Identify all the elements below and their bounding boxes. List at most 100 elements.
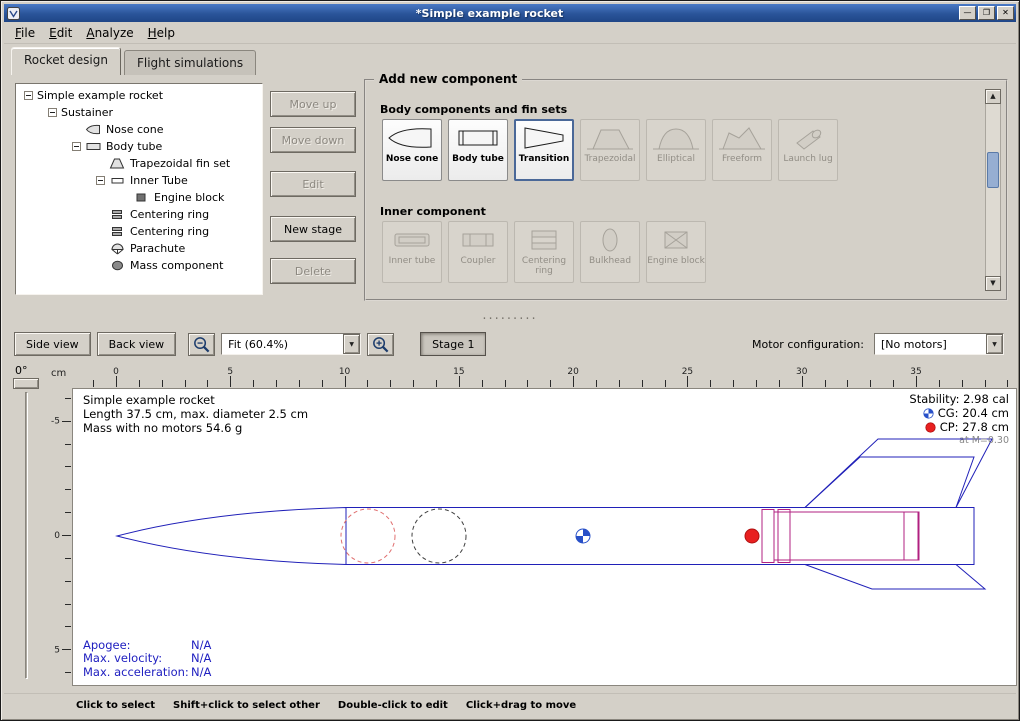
flight-data-row: Apogee:N/A [83,639,211,653]
chevron-down-icon[interactable]: ▼ [986,334,1003,354]
component-button-label: Trapezoidal [584,154,635,164]
tree-item-mass-component[interactable]: Mass component [16,257,262,274]
zoom-select[interactable]: Fit (60.4%) ▼ [221,333,361,355]
flight-data-value: N/A [191,639,211,653]
component-button-nose-cone[interactable]: Nose cone [382,119,442,181]
tree-expander-icon[interactable] [72,142,81,151]
tree-item-centering-ring[interactable]: Centering ring [16,206,262,223]
tree-item-nose-cone[interactable]: Nose cone [16,121,262,138]
menu-edit[interactable]: Edit [42,23,79,43]
component-button-launch-lug[interactable]: Launch lug [778,119,838,181]
tree-item-inner-tube[interactable]: Inner Tube [16,172,262,189]
menu-bar: FileEditAnalyzeHelp [4,22,1016,44]
tree-item-label: Parachute [130,242,185,255]
tree-item-label: Engine block [154,191,224,204]
tab-rocket-design[interactable]: Rocket design [11,47,121,75]
component-button-elliptical[interactable]: Elliptical [646,119,706,181]
cp-marker[interactable] [745,529,759,543]
ruler-unit-label: cm [51,368,66,379]
centering-ring-icon [109,225,126,238]
centering-ring-icon [518,225,570,255]
status-hint: Shift+click to select other [173,700,320,711]
component-button-trapezoidal[interactable]: Trapezoidal [580,119,640,181]
tree-item-body-tube[interactable]: Body tube [16,138,262,155]
rotation-slider-track[interactable] [25,392,28,679]
tree-expander-icon[interactable] [96,176,105,185]
tree-item-label: Sustainer [61,106,113,119]
component-button-bulkhead[interactable]: Bulkhead [580,221,640,283]
body-tube-shape[interactable] [346,508,974,565]
motor-configuration-select[interactable]: [No motors] ▼ [874,333,1004,355]
inner-tube-outline[interactable] [774,512,919,560]
tree-expander-icon[interactable] [48,108,57,117]
tree-item-trapezoidal-fin-set[interactable]: Trapezoidal fin set [16,155,262,172]
fin-icon [109,157,126,170]
tree-item-centering-ring[interactable]: Centering ring [16,223,262,240]
component-button-transition[interactable]: Transition [514,119,574,181]
rocket-design-panel: Simple example rocketSustainerNose coneB… [4,75,1016,315]
nose-cone-shape[interactable] [117,508,346,565]
parachute-outline[interactable] [341,509,395,563]
maximize-button[interactable]: ❐ [978,6,995,20]
mass-component-outline[interactable] [412,509,466,563]
menu-file[interactable]: File [8,23,42,43]
engine-block-outline[interactable] [904,512,918,560]
nose-cone-icon [386,123,438,153]
zoom-in-button[interactable] [367,333,394,356]
scroll-up-button[interactable]: ▲ [985,89,1001,104]
rotation-slider-thumb[interactable] [13,378,39,389]
component-button-centering-ring[interactable]: Centering ring [514,221,574,283]
parachute-icon [109,242,126,255]
zoom-out-button[interactable] [188,333,215,356]
section-label-inner-component: Inner component [380,205,486,218]
split-pane-divider[interactable] [4,315,1016,327]
chevron-down-icon[interactable]: ▼ [343,334,360,354]
stage-1-toggle[interactable]: Stage 1 [420,332,486,356]
fin-shape-lower[interactable] [805,565,985,590]
title-bar[interactable]: *Simple example rocket —❐✕ [4,4,1016,22]
move-down-button[interactable]: Move down [270,127,356,153]
close-button[interactable]: ✕ [997,6,1014,20]
new-stage-button[interactable]: New stage [270,216,356,242]
back-view-button[interactable]: Back view [97,332,177,356]
motor-configuration-value: [No motors] [881,338,986,351]
cg-marker[interactable] [576,529,590,543]
nose-cone-icon [85,123,102,136]
menu-analyze[interactable]: Analyze [79,23,140,43]
move-up-button[interactable]: Move up [270,91,356,117]
centering-ring-outline[interactable] [762,510,774,563]
component-button-label: Body tube [452,154,504,164]
window-icon [6,6,20,20]
component-button-coupler[interactable]: Coupler [448,221,508,283]
component-row-2: Inner tubeCouplerCentering ringBulkheadE… [382,221,706,283]
component-button-inner-tube[interactable]: Inner tube [382,221,442,283]
tree-item-simple-example-rocket[interactable]: Simple example rocket [16,87,262,104]
fin-shape-upper[interactable] [805,439,992,508]
menu-help[interactable]: Help [141,23,182,43]
fin-shape-upper-2[interactable] [805,457,974,508]
tree-expander-icon[interactable] [24,91,33,100]
motor-configuration-label: Motor configuration: [752,338,864,351]
component-scrollbar[interactable]: ▲ ▼ [985,89,1001,291]
minimize-button[interactable]: — [959,6,976,20]
flight-data-row: Max. velocity:N/A [83,652,211,666]
component-button-freeform[interactable]: Freeform [712,119,772,181]
component-button-engine-block[interactable]: Engine block [646,221,706,283]
delete-button[interactable]: Delete [270,258,356,284]
cp-text: CP: 27.8 cm [940,420,1009,434]
component-button-label: Freeform [722,154,762,164]
rocket-info-block: Simple example rocket Length 37.5 cm, ma… [83,393,308,435]
scroll-down-button[interactable]: ▼ [985,276,1001,291]
rocket-name-text: Simple example rocket [83,393,308,407]
component-button-body-tube[interactable]: Body tube [448,119,508,181]
scrollbar-thumb[interactable] [987,152,999,188]
tree-item-sustainer[interactable]: Sustainer [16,104,262,121]
tab-flight-simulations[interactable]: Flight simulations [124,50,256,75]
tree-item-engine-block[interactable]: Engine block [16,189,262,206]
svg-text:35: 35 [910,367,921,377]
edit-button[interactable]: Edit [270,171,356,197]
tree-item-parachute[interactable]: Parachute [16,240,262,257]
side-view-button[interactable]: Side view [14,332,91,356]
centering-ring-outline-2[interactable] [778,510,790,563]
rocket-canvas[interactable]: Simple example rocket Length 37.5 cm, ma… [72,388,1017,686]
